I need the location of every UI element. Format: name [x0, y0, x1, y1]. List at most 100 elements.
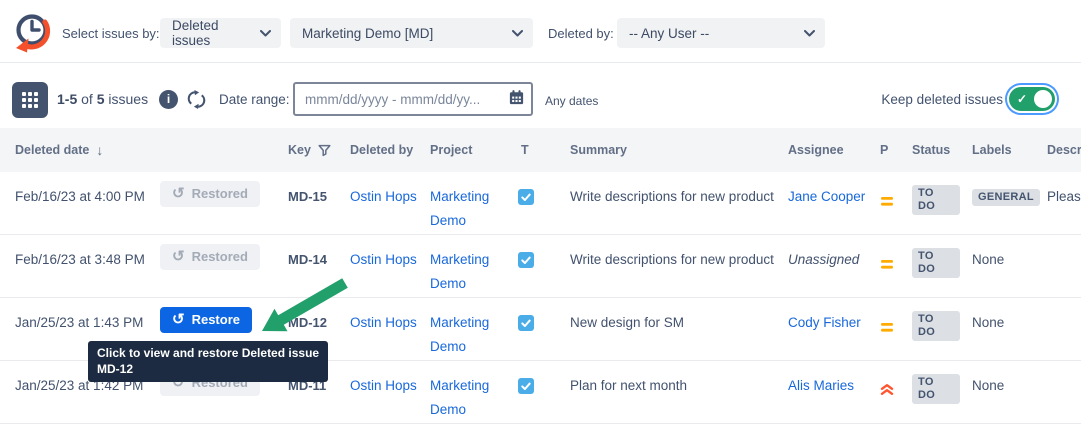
restore-tooltip: Click to view and restore Deleted issue … — [88, 341, 328, 382]
description-cell: Please — [1047, 172, 1081, 209]
task-type-icon — [518, 256, 534, 271]
summary-cell: Write descriptions for new product — [570, 172, 788, 209]
keep-deleted-issues-label: Keep deleted issues — [881, 92, 1003, 107]
restore-cell: ↺ Restore — [160, 298, 288, 333]
restore-button[interactable]: ↺ Restore — [160, 307, 252, 333]
project-dropdown[interactable]: Marketing Demo [MD] — [290, 18, 533, 48]
restore-clock-logo-icon — [8, 9, 56, 57]
restore-cell: ↺ Restored — [160, 235, 288, 270]
deleted-date-cell: Feb/16/23 at 3:48 PM — [15, 235, 160, 272]
col-labels: Labels — [972, 143, 1047, 157]
project-link[interactable]: Marketing Demo — [430, 315, 489, 354]
issue-source-value: Deleted issues — [172, 18, 252, 48]
calendar-icon[interactable] — [508, 89, 525, 111]
table-row: Feb/16/23 at 4:00 PM ↺ Restored MD-15 Os… — [0, 172, 1081, 235]
col-type: T — [518, 143, 570, 157]
task-type-icon — [518, 193, 534, 208]
type-cell — [518, 172, 570, 213]
deleted-by-link[interactable]: Ostin Hops — [350, 378, 417, 393]
col-assignee: Assignee — [788, 143, 880, 157]
status-cell: TO DO — [912, 298, 972, 344]
filter-bar: Select issues by: Deleted issues Marketi… — [0, 0, 1081, 63]
key-cell: MD-15 — [288, 172, 350, 209]
labels-cell: GENERAL — [972, 172, 1047, 209]
restore-icon: ↺ — [172, 187, 185, 201]
col-status: Status — [912, 143, 972, 157]
refresh-icon[interactable] — [186, 89, 207, 115]
info-icon[interactable]: i — [159, 90, 178, 109]
assignee-cell: Alis Maries — [788, 361, 880, 398]
deleted-by-link[interactable]: Ostin Hops — [350, 252, 417, 267]
grid-icon — [21, 91, 39, 109]
date-range-input[interactable] — [293, 82, 533, 116]
filter-funnel-icon[interactable] — [318, 144, 331, 157]
deleted-by-cell: Ostin Hops — [350, 235, 430, 272]
labels-cell: None — [972, 235, 1047, 272]
status-cell: TO DO — [912, 361, 972, 407]
deleted-by-cell: Ostin Hops — [350, 298, 430, 335]
assignee-link[interactable]: Unassigned — [788, 252, 859, 267]
project-value: Marketing Demo [MD] — [302, 26, 433, 41]
status-badge: TO DO — [912, 248, 960, 278]
deleted-date-cell: Jan/25/23 at 1:43 PM — [15, 298, 160, 335]
restore-button[interactable]: ↺ Restored — [160, 244, 260, 270]
type-cell — [518, 235, 570, 276]
col-deleted-by: Deleted by — [350, 143, 430, 157]
deleted-by-value: -- Any User -- — [629, 26, 709, 41]
chevron-down-icon — [260, 30, 271, 37]
grid-view-button[interactable] — [12, 82, 48, 118]
deleted-by-dropdown[interactable]: -- Any User -- — [617, 18, 825, 48]
deleted-by-link[interactable]: Ostin Hops — [350, 189, 417, 204]
keep-deleted-issues-toggle[interactable]: ✓ — [1009, 87, 1055, 111]
label-value: None — [972, 378, 1004, 393]
results-count: 1-5 of 5 issues — [57, 91, 148, 107]
description-cell — [1047, 298, 1081, 311]
table-row: Feb/16/23 at 3:48 PM ↺ Restored MD-14 Os… — [0, 235, 1081, 298]
summary-cell: Write descriptions for new product — [570, 235, 788, 272]
date-range-label: Date range: — [219, 92, 290, 107]
priority-cell — [880, 361, 912, 404]
key-cell: MD-14 — [288, 235, 350, 272]
priority-cell — [880, 235, 912, 278]
assignee-link[interactable]: Alis Maries — [788, 378, 854, 393]
project-cell: Marketing Demo — [430, 172, 518, 233]
project-link[interactable]: Marketing Demo — [430, 378, 489, 417]
any-dates-hint: Any dates — [545, 94, 598, 108]
status-cell: TO DO — [912, 235, 972, 281]
status-badge: TO DO — [912, 311, 960, 341]
assignee-cell: Unassigned — [788, 235, 880, 272]
deleted-by-cell: Ostin Hops — [350, 361, 430, 398]
priority-icon — [880, 258, 894, 273]
sort-desc-icon[interactable]: ↓ — [96, 142, 103, 158]
task-type-icon — [518, 382, 534, 397]
priority-icon — [880, 195, 894, 210]
status-badge: TO DO — [912, 374, 960, 404]
restore-button[interactable]: ↺ Restored — [160, 181, 260, 207]
table-body: Feb/16/23 at 4:00 PM ↺ Restored MD-15 Os… — [0, 172, 1081, 424]
status-badge: TO DO — [912, 185, 960, 215]
col-project: Project — [430, 143, 518, 157]
restore-deleted-issues-app: Select issues by: Deleted issues Marketi… — [0, 0, 1081, 432]
assignee-link[interactable]: Jane Cooper — [788, 189, 865, 204]
priority-icon — [880, 384, 894, 399]
project-cell: Marketing Demo — [430, 361, 518, 422]
summary-cell: Plan for next month — [570, 361, 788, 398]
project-link[interactable]: Marketing Demo — [430, 252, 489, 291]
project-link[interactable]: Marketing Demo — [430, 189, 489, 228]
col-summary: Summary — [570, 143, 788, 157]
priority-cell — [880, 172, 912, 215]
deleted-by-link[interactable]: Ostin Hops — [350, 315, 417, 330]
priority-icon — [880, 321, 894, 336]
labels-cell: None — [972, 298, 1047, 335]
chevron-down-icon — [804, 30, 815, 37]
key-cell: MD-12 — [288, 298, 350, 335]
assignee-link[interactable]: Cody Fisher — [788, 315, 861, 330]
issue-source-dropdown[interactable]: Deleted issues — [160, 18, 281, 48]
col-description: Description — [1047, 143, 1081, 157]
col-deleted-date: Deleted date ↓ — [15, 142, 160, 158]
restore-cell: ↺ Restored — [160, 172, 288, 207]
project-cell: Marketing Demo — [430, 298, 518, 359]
select-issues-by-label: Select issues by: — [62, 26, 160, 41]
type-cell — [518, 361, 570, 402]
table-toolbar: 1-5 of 5 issues i Date range: — [0, 63, 1081, 128]
